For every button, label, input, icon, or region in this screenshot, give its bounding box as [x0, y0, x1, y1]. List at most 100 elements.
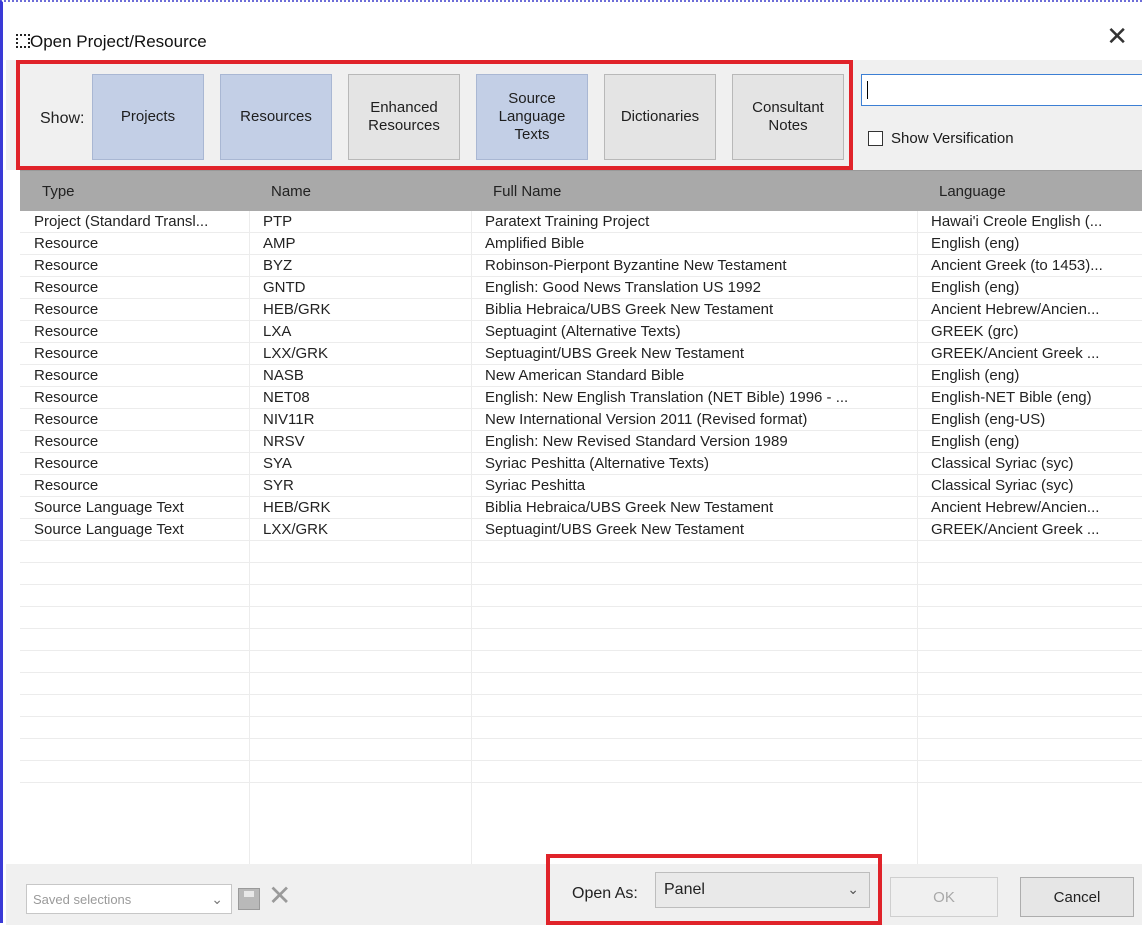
show-filters-highlight: Show: Projects Resources Enhanced Resour…	[16, 60, 853, 170]
cell-language: English (eng-US)	[931, 411, 1046, 428]
ok-button[interactable]: OK	[890, 877, 998, 917]
filter-dictionaries-button[interactable]: Dictionaries	[604, 74, 716, 160]
cell-type: Resource	[34, 257, 99, 274]
cell-language: Ancient Hebrew/Ancien...	[931, 499, 1100, 516]
cell-type: Resource	[34, 411, 99, 428]
column-header-language[interactable]: Language	[917, 183, 1142, 200]
cell-name: LXX/GRK	[263, 345, 329, 362]
open-as-dropdown[interactable]: Panel ⌄	[655, 872, 870, 908]
cell-full-name: English: New English Translation (NET Bi…	[485, 389, 849, 406]
table-row[interactable]: Resource AMP Amplified Bible English (eng)	[20, 233, 1142, 255]
grid-header: Type Name Full Name Language	[20, 171, 1142, 211]
filter-projects-button[interactable]: Projects	[92, 74, 204, 160]
filter-toolbar: Show: Projects Resources Enhanced Resour…	[6, 60, 1142, 170]
cell-name: NIV11R	[263, 411, 315, 428]
column-header-type[interactable]: Type	[20, 183, 249, 200]
table-row[interactable]: Resource NET08 English: New English Transl…	[20, 387, 1142, 409]
cancel-button[interactable]: Cancel	[1020, 877, 1134, 917]
table-row[interactable]: Resource NASB New American Standard Bible E…	[20, 365, 1142, 387]
cell-language: English (eng)	[931, 279, 1020, 296]
save-selection-icon[interactable]	[238, 888, 260, 910]
table-row[interactable]: Resource SYA Syriac Peshitta (Alternative …	[20, 453, 1142, 475]
empty-row	[20, 563, 1142, 585]
cell-language: English (eng)	[931, 433, 1020, 450]
empty-row	[20, 629, 1142, 651]
cell-type: Resource	[34, 301, 99, 318]
open-as-label: Open As:	[572, 885, 638, 902]
filter-resources-button[interactable]: Resources	[220, 74, 332, 160]
empty-row	[20, 607, 1142, 629]
table-row[interactable]: Resource NRSV English: New Revised Standar…	[20, 431, 1142, 453]
cell-full-name: New American Standard Bible	[485, 367, 685, 384]
cell-name: SYA	[263, 455, 292, 472]
cell-name: GNTD	[263, 279, 306, 296]
grid-body: Project (Standard Transl... PTP Paratext T…	[20, 211, 1142, 783]
dialog-footer: Saved selections ⌄ ✕ Open As: Panel ⌄ OK…	[6, 854, 1142, 925]
filter-source-language-texts-button[interactable]: Source Language Texts	[476, 74, 588, 160]
cell-full-name: Syriac Peshitta (Alternative Texts)	[485, 455, 709, 472]
table-row[interactable]: Resource BYZ Robinson-Pierpont Byzantine N…	[20, 255, 1142, 277]
table-row[interactable]: Source Language Text HEB/GRK Biblia Hebrai…	[20, 497, 1142, 519]
cell-language: Ancient Hebrew/Ancien...	[931, 301, 1100, 318]
chevron-down-icon: ⌄	[211, 891, 223, 907]
cell-language: GREEK/Ancient Greek ...	[931, 345, 1100, 362]
cell-type: Resource	[34, 477, 99, 494]
cell-full-name: Septuagint/UBS Greek New Testament	[485, 345, 745, 362]
cell-full-name: Robinson-Pierpont Byzantine New Testamen…	[485, 257, 787, 274]
empty-row	[20, 761, 1142, 783]
table-row[interactable]: Resource SYR Syriac Peshitta Classical Syri…	[20, 475, 1142, 497]
table-row[interactable]: Source Language Text LXX/GRK Septuagint/UB…	[20, 519, 1142, 541]
cell-language: Ancient Greek (to 1453)...	[931, 257, 1103, 274]
filter-enhanced-resources-button[interactable]: Enhanced Resources	[348, 74, 460, 160]
column-header-full-name[interactable]: Full Name	[471, 183, 917, 200]
window-title: Open Project/Resource	[30, 32, 207, 51]
empty-row	[20, 717, 1142, 739]
cell-type: Source Language Text	[34, 521, 184, 538]
open-as-value: Panel	[664, 881, 705, 898]
delete-selection-icon[interactable]: ✕	[268, 882, 291, 910]
column-header-name[interactable]: Name	[249, 183, 471, 200]
cell-name: NASB	[263, 367, 304, 384]
show-versification-label: Show Versification	[891, 130, 1014, 147]
cell-type: Resource	[34, 433, 99, 450]
cell-full-name: Paratext Training Project	[485, 213, 650, 230]
project-resource-grid: Type Name Full Name Language Project (St…	[20, 170, 1142, 864]
table-row[interactable]: Resource LXX/GRK Septuagint/UBS Greek New …	[20, 343, 1142, 365]
empty-row	[20, 541, 1142, 563]
cell-language: English (eng)	[931, 367, 1020, 384]
empty-row	[20, 695, 1142, 717]
cell-full-name: Amplified Bible	[485, 235, 585, 252]
table-row[interactable]: Resource HEB/GRK Biblia Hebraica/UBS Greek…	[20, 299, 1142, 321]
cell-name: LXA	[263, 323, 292, 340]
table-row[interactable]: Resource NIV11R New International Version …	[20, 409, 1142, 431]
title-bar: Open Project/Resource ✕	[6, 4, 1142, 64]
cell-type: Resource	[34, 367, 99, 384]
dialog-window: Open Project/Resource ✕ Show: Projects R…	[0, 0, 1142, 925]
cell-full-name: English: New Revised Standard Version 19…	[485, 433, 788, 450]
cell-type: Source Language Text	[34, 499, 184, 516]
close-icon[interactable]: ✕	[1106, 24, 1128, 50]
cell-type: Resource	[34, 455, 99, 472]
cell-type: Resource	[34, 389, 99, 406]
empty-row	[20, 585, 1142, 607]
cell-language: English-NET Bible (eng)	[931, 389, 1092, 406]
cell-name: BYZ	[263, 257, 293, 274]
show-versification-toggle[interactable]: Show Versification	[868, 130, 1014, 147]
table-row[interactable]: Resource LXA Septuagint (Alternative Texts…	[20, 321, 1142, 343]
table-row[interactable]: Project (Standard Transl... PTP Paratext T…	[20, 211, 1142, 233]
cell-full-name: New International Version 2011 (Revised …	[485, 411, 808, 428]
cell-type: Resource	[34, 323, 99, 340]
cell-language: Classical Syriac (syc)	[931, 477, 1074, 494]
saved-selections-dropdown[interactable]: Saved selections ⌄	[26, 884, 232, 914]
cell-name: SYR	[263, 477, 294, 494]
show-versification-checkbox[interactable]	[868, 131, 883, 146]
cell-name: PTP	[263, 213, 293, 230]
empty-row	[20, 673, 1142, 695]
cell-language: GREEK/Ancient Greek ...	[931, 521, 1100, 538]
cell-language: Hawai'i Creole English (...	[931, 213, 1103, 230]
filter-consultant-notes-button[interactable]: Consultant Notes	[732, 74, 844, 160]
search-input[interactable]	[861, 74, 1142, 106]
table-row[interactable]: Resource GNTD English: Good News Translati…	[20, 277, 1142, 299]
cell-type: Resource	[34, 345, 99, 362]
cell-name: HEB/GRK	[263, 499, 331, 516]
